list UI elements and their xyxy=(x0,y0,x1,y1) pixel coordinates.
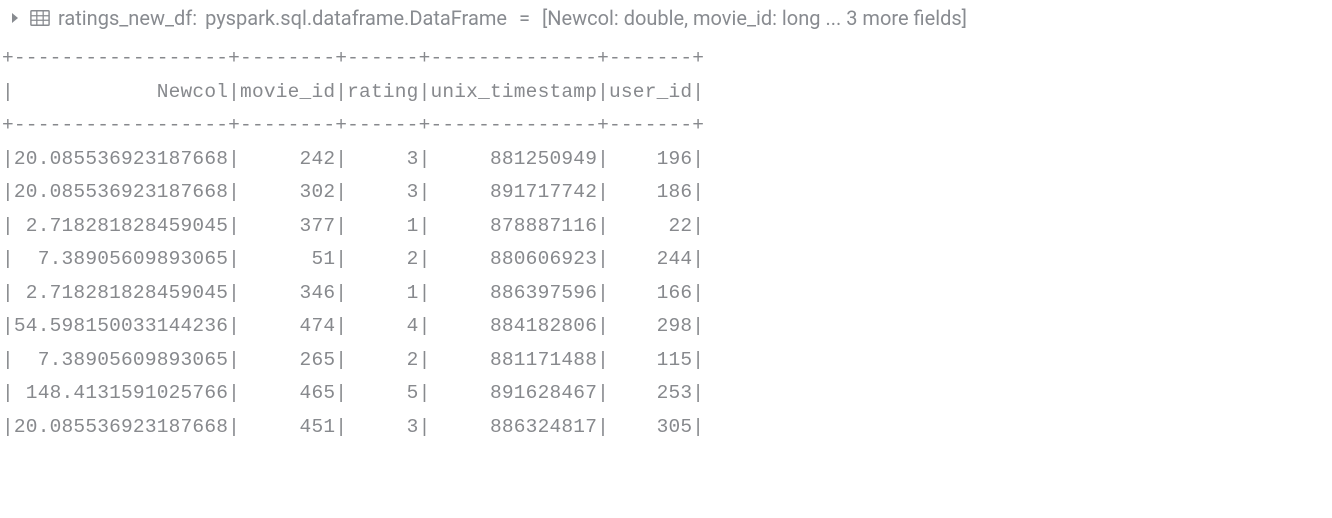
variable-name: ratings_new_df: xyxy=(58,6,197,30)
dataframe-schema: [Newcol: double, movie_id: long ... 3 mo… xyxy=(542,6,967,30)
table-icon xyxy=(30,8,50,28)
equals-sign: = xyxy=(519,6,530,30)
expand-arrow-icon[interactable] xyxy=(8,12,22,24)
dataframe-type: pyspark.sql.dataframe.DataFrame xyxy=(205,6,507,30)
table-output: +------------------+--------+------+----… xyxy=(0,34,1332,444)
dataframe-header: ratings_new_df: pyspark.sql.dataframe.Da… xyxy=(0,0,1332,34)
